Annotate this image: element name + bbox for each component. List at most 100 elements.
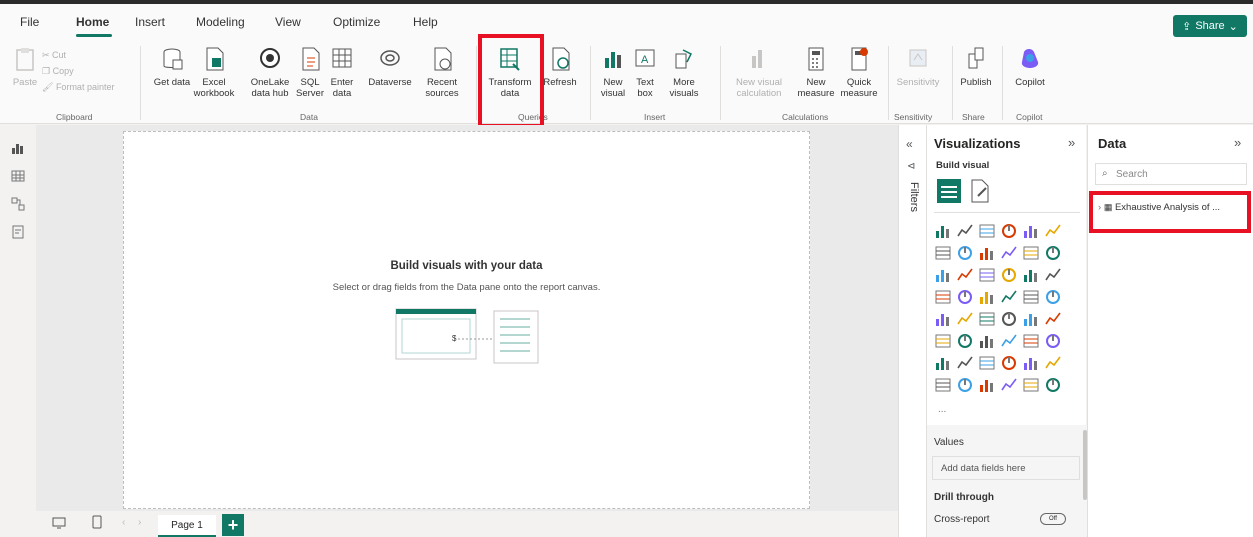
mobile-layout-icon[interactable] — [92, 515, 102, 529]
visual-type-icon[interactable] — [956, 332, 974, 350]
values-well-input[interactable]: Add data fields here — [932, 456, 1080, 480]
copilot-button[interactable]: Copilot — [1010, 46, 1050, 88]
visual-type-icon[interactable] — [978, 288, 996, 306]
visual-type-icon[interactable] — [956, 244, 974, 262]
menu-optimize[interactable]: Optimize — [333, 15, 380, 29]
visual-type-icon[interactable] — [1022, 376, 1040, 394]
visual-type-icon[interactable] — [934, 332, 952, 350]
visual-type-icon[interactable] — [978, 266, 996, 284]
enter-data-button[interactable]: Enter data — [326, 46, 358, 99]
table-view-icon[interactable] — [11, 169, 25, 183]
visual-type-icon[interactable] — [1022, 222, 1040, 240]
visual-type-icon[interactable] — [1044, 222, 1062, 240]
visual-type-icon[interactable] — [956, 310, 974, 328]
sql-server-button[interactable]: SQL Server — [296, 46, 324, 99]
visual-type-icon[interactable] — [1022, 288, 1040, 306]
visual-type-icon[interactable] — [1000, 266, 1018, 284]
visual-type-icon[interactable] — [934, 222, 952, 240]
share-button[interactable]: ⇪ Share ⌄ — [1173, 15, 1247, 37]
visual-type-icon[interactable] — [978, 354, 996, 372]
visual-type-icon[interactable] — [956, 288, 974, 306]
format-painter-button[interactable]: 🖌 Format painter — [42, 82, 114, 93]
collapse-data-pane-icon[interactable]: » — [1234, 135, 1241, 150]
more-visuals-ellipsis[interactable]: ... — [938, 404, 946, 415]
text-box-button[interactable]: A Text box — [632, 46, 658, 99]
new-visual-calculation-button[interactable]: New visual calculation — [728, 46, 790, 99]
visual-type-icon[interactable] — [934, 244, 952, 262]
visual-type-icon[interactable] — [956, 354, 974, 372]
visual-type-icon[interactable] — [956, 376, 974, 394]
quick-measure-button[interactable]: Quick measure — [838, 46, 880, 99]
visual-type-icon[interactable] — [934, 376, 952, 394]
cross-report-toggle[interactable]: Off — [1040, 513, 1066, 525]
visual-type-icon[interactable] — [978, 222, 996, 240]
menu-help[interactable]: Help — [413, 15, 438, 29]
filters-label[interactable]: Filters — [904, 182, 920, 212]
visual-type-icon[interactable] — [934, 266, 952, 284]
recent-sources-button[interactable]: Recent sources — [422, 46, 462, 99]
report-view-icon[interactable] — [11, 141, 25, 155]
visual-type-icon[interactable] — [978, 332, 996, 350]
menu-view[interactable]: View — [275, 15, 301, 29]
menu-home[interactable]: Home — [76, 15, 109, 29]
page-prev-icon[interactable]: ‹ — [122, 517, 125, 528]
format-visual-icon[interactable] — [968, 178, 992, 204]
collapse-left-icon[interactable]: « — [906, 137, 913, 151]
copy-button[interactable]: ❐ Copy — [42, 66, 74, 77]
build-visual-icon[interactable] — [936, 178, 962, 204]
add-page-button[interactable]: + — [222, 514, 244, 536]
excel-workbook-button[interactable]: Excel workbook — [194, 46, 234, 99]
cut-button[interactable]: ✂ Cut — [42, 50, 66, 61]
visual-type-icon[interactable] — [956, 222, 974, 240]
dax-query-view-icon[interactable] — [11, 225, 25, 239]
visual-type-icon[interactable] — [1000, 244, 1018, 262]
more-visuals-button[interactable]: More visuals — [664, 46, 704, 99]
publish-button[interactable]: Publish — [958, 46, 994, 88]
menu-file[interactable]: File — [20, 15, 39, 29]
visual-type-icon[interactable] — [1000, 376, 1018, 394]
visual-type-icon[interactable] — [934, 310, 952, 328]
visual-type-icon[interactable] — [1044, 332, 1062, 350]
visual-type-icon[interactable] — [1022, 310, 1040, 328]
menu-insert[interactable]: Insert — [135, 15, 165, 29]
dataverse-button[interactable]: Dataverse — [368, 46, 412, 88]
visual-type-icon[interactable] — [1044, 376, 1062, 394]
refresh-button[interactable]: Refresh — [540, 46, 580, 88]
ribbon-separator — [476, 46, 477, 120]
visual-type-icon[interactable] — [1022, 354, 1040, 372]
visual-type-icon[interactable] — [934, 354, 952, 372]
sql-server-icon — [302, 47, 320, 71]
new-visual-button[interactable]: New visual — [598, 46, 628, 99]
paste-button[interactable]: Paste — [8, 46, 42, 88]
visual-type-icon[interactable] — [956, 266, 974, 284]
new-measure-button[interactable]: New measure — [796, 46, 836, 99]
page-next-icon[interactable]: › — [138, 517, 141, 528]
visual-type-icon[interactable] — [1044, 244, 1062, 262]
visual-type-icon[interactable] — [1044, 266, 1062, 284]
visual-type-icon[interactable] — [978, 244, 996, 262]
visual-type-icon[interactable] — [1000, 354, 1018, 372]
onelake-data-hub-button[interactable]: OneLake data hub — [246, 46, 294, 99]
report-canvas[interactable]: Build visuals with your data Select or d… — [123, 131, 810, 509]
sensitivity-button[interactable]: Sensitivity — [894, 46, 942, 88]
visual-type-icon[interactable] — [934, 288, 952, 306]
page-tab[interactable]: Page 1 — [158, 515, 216, 537]
visual-type-icon[interactable] — [1022, 244, 1040, 262]
visual-type-icon[interactable] — [1000, 310, 1018, 328]
visual-type-icon[interactable] — [1000, 332, 1018, 350]
visual-type-icon[interactable] — [1000, 288, 1018, 306]
desktop-layout-icon[interactable] — [52, 517, 66, 529]
visual-type-icon[interactable] — [978, 376, 996, 394]
get-data-button[interactable]: Get data — [152, 46, 192, 88]
visual-type-icon[interactable] — [978, 310, 996, 328]
visual-type-icon[interactable] — [1022, 332, 1040, 350]
data-search-input[interactable]: ⌕ Search — [1095, 163, 1247, 185]
menu-modeling[interactable]: Modeling — [196, 15, 245, 29]
visual-type-icon[interactable] — [1044, 354, 1062, 372]
model-view-icon[interactable] — [11, 197, 25, 211]
visual-type-icon[interactable] — [1044, 310, 1062, 328]
visual-type-icon[interactable] — [1000, 222, 1018, 240]
visual-type-icon[interactable] — [1022, 266, 1040, 284]
visual-type-icon[interactable] — [1044, 288, 1062, 306]
expand-right-icon[interactable]: » — [1068, 135, 1075, 150]
